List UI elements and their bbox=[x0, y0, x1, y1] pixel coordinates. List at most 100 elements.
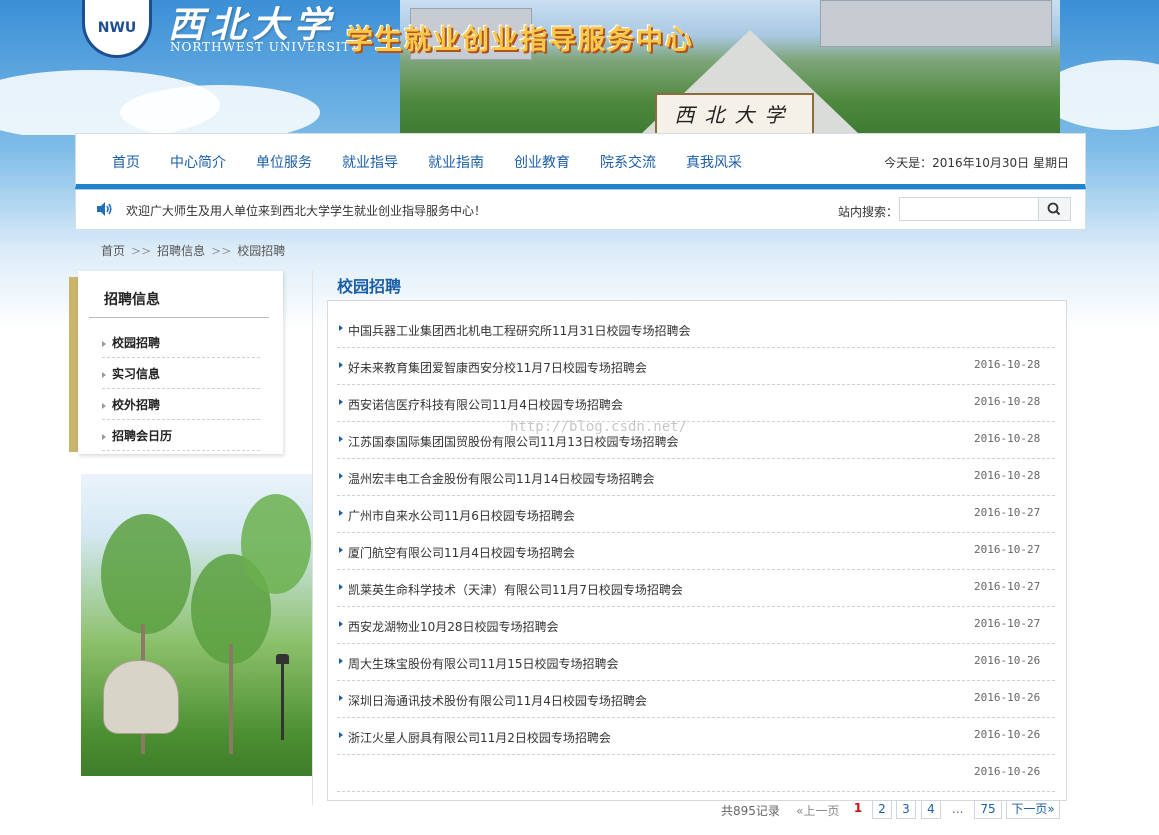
next-page-button[interactable]: 下一页» bbox=[1006, 800, 1060, 819]
sidebar-item-label: 招聘会日历 bbox=[112, 429, 173, 443]
list-item-title[interactable]: 厦门航空有限公司11月4日校园专场招聘会 bbox=[348, 544, 575, 561]
list-item[interactable]: 厦门航空有限公司11月4日校园专场招聘会 2016-10-27 bbox=[337, 533, 1055, 570]
bullet-arrow-icon bbox=[339, 621, 343, 627]
tree bbox=[101, 514, 191, 634]
current-date: 今天是：2016年10月30日 星期日 bbox=[884, 156, 1069, 170]
sidebar-item-campus-recruitment[interactable]: 校园招聘 bbox=[102, 328, 260, 358]
list-item-date: 2016-10-28 bbox=[974, 469, 1041, 482]
sidebar-item-label: 校园招聘 bbox=[112, 336, 161, 350]
page-3-link[interactable]: 3 bbox=[896, 800, 916, 819]
list-item-title[interactable]: 西安诺信医疗科技有限公司11月4日校园专场招聘会 bbox=[348, 396, 623, 413]
page-1-current[interactable]: 1 bbox=[851, 800, 865, 819]
search-label: 站内搜索： bbox=[838, 205, 899, 219]
bullet-arrow-icon bbox=[339, 325, 343, 331]
nav-item-departments[interactable]: 院系交流 bbox=[600, 152, 656, 172]
list-item[interactable]: 中国兵器工业集团西北机电工程研究所11月31日校园专场招聘会 bbox=[337, 311, 1055, 348]
breadcrumb-home[interactable]: 首页 bbox=[101, 244, 125, 258]
engraved-stone bbox=[103, 660, 179, 734]
list-item-title[interactable]: 西安龙湖物业10月28日校园专场招聘会 bbox=[348, 618, 559, 635]
sidebar-item-offcampus[interactable]: 校外招聘 bbox=[102, 390, 260, 420]
list-item[interactable]: 温州宏丰电工合金股份有限公司11月14日校园专场招聘会 2016-10-28 bbox=[337, 459, 1055, 496]
list-item-date: 2016-10-27 bbox=[974, 617, 1041, 630]
welcome-message: 欢迎广大师生及用人单位来到西北大学学生就业创业指导服务中心！ bbox=[126, 204, 487, 218]
list-item-date: 2016-10-26 bbox=[974, 728, 1041, 741]
sidebar-item-label: 实习信息 bbox=[112, 367, 161, 381]
list-item-date: 2016-10-28 bbox=[974, 432, 1041, 445]
list-item-title[interactable]: 好未来教育集团爱智康西安分校11月7日校园专场招聘会 bbox=[348, 359, 647, 376]
nav-item-home[interactable]: 首页 bbox=[112, 152, 140, 172]
cloud-decoration bbox=[120, 85, 320, 135]
nav-item-guide[interactable]: 就业指南 bbox=[428, 152, 484, 172]
nav-item-showcase[interactable]: 真我风采 bbox=[686, 152, 742, 172]
sidebar-item-job-fair-calendar[interactable]: 招聘会日历 bbox=[102, 421, 260, 451]
list-item[interactable]: 浙江火星人厨具有限公司11月2日校园专场招聘会 2016-10-26 bbox=[337, 718, 1055, 755]
list-item-date: 2016-10-27 bbox=[974, 543, 1041, 556]
breadcrumb: 首页 >> 招聘信息 >> 校园招聘 bbox=[101, 242, 285, 259]
page-last-link[interactable]: 75 bbox=[974, 800, 1002, 819]
page-title: 校园招聘 bbox=[337, 277, 402, 296]
breadcrumb-separator-icon: >> bbox=[131, 244, 152, 258]
list-item-title[interactable]: 周大生珠宝股份有限公司11月15日校园专场招聘会 bbox=[348, 655, 619, 672]
list-item[interactable]: 深圳日海通讯技术股份有限公司11月4日校园专场招聘会 2016-10-26 bbox=[337, 681, 1055, 718]
pagination-ellipsis: ... bbox=[952, 802, 964, 816]
list-item-title[interactable]: 温州宏丰电工合金股份有限公司11月14日校园专场招聘会 bbox=[348, 470, 655, 487]
breadcrumb-separator-icon: >> bbox=[211, 244, 232, 258]
nav-item-employer[interactable]: 单位服务 bbox=[256, 152, 312, 172]
list-item[interactable]: 西安龙湖物业10月28日校园专场招聘会 2016-10-27 bbox=[337, 607, 1055, 644]
sidebar-item-label: 校外招聘 bbox=[112, 398, 161, 412]
nav-item-guidance[interactable]: 就业指导 bbox=[342, 152, 398, 172]
list-item-title[interactable]: 深圳日海通讯技术股份有限公司11月4日校园专场招聘会 bbox=[348, 692, 647, 709]
list-item[interactable]: 西安诺信医疗科技有限公司11月4日校园专场招聘会 2016-10-28 bbox=[337, 385, 1055, 422]
list-item-title[interactable]: 中国兵器工业集团西北机电工程研究所11月31日校园专场招聘会 bbox=[348, 322, 691, 339]
tree-trunk bbox=[229, 644, 233, 754]
list-item-title[interactable]: 广州市自来水公司11月6日校园专场招聘会 bbox=[348, 507, 575, 524]
list-item[interactable]: 好未来教育集团爱智康西安分校11月7日校园专场招聘会 2016-10-28 bbox=[337, 348, 1055, 385]
page-4-link[interactable]: 4 bbox=[921, 800, 941, 819]
bullet-arrow-icon bbox=[339, 510, 343, 516]
nav-item-about[interactable]: 中心简介 bbox=[170, 152, 226, 172]
sidebar-accent-bar bbox=[69, 277, 78, 452]
bullet-arrow-icon bbox=[339, 399, 343, 405]
sidebar-divider bbox=[89, 317, 269, 318]
list-item-date: 2016-10-26 bbox=[974, 654, 1041, 667]
gate-sign: 西北大学 bbox=[655, 93, 814, 135]
nav-item-entrepreneurship[interactable]: 创业教育 bbox=[514, 152, 570, 172]
campus-side-photo bbox=[81, 474, 312, 776]
watermark: http://blog.csdn.net/ bbox=[510, 419, 688, 435]
list-item-title[interactable]: 凯莱英生命科学技术（天津）有限公司11月7日校园专场招聘会 bbox=[348, 581, 683, 598]
breadcrumb-recruitment[interactable]: 招聘信息 bbox=[157, 244, 205, 258]
triangle-bullet-icon bbox=[102, 371, 106, 378]
record-count: 共895记录 bbox=[721, 804, 780, 818]
bullet-arrow-icon bbox=[339, 584, 343, 590]
list-item[interactable]: 广州市自来水公司11月6日校园专场招聘会 2016-10-27 bbox=[337, 496, 1055, 533]
search-icon bbox=[1047, 202, 1061, 216]
list-item-date: 2016-10-27 bbox=[974, 580, 1041, 593]
page-2-link[interactable]: 2 bbox=[872, 800, 892, 819]
list-item[interactable]: 凯莱英生命科学技术（天津）有限公司11月7日校园专场招聘会 2016-10-27 bbox=[337, 570, 1055, 607]
search-button[interactable] bbox=[1039, 197, 1071, 221]
triangle-bullet-icon bbox=[102, 402, 106, 409]
prev-page-button[interactable]: «上一页 bbox=[796, 802, 839, 819]
university-seal-icon[interactable]: NWU bbox=[82, 0, 152, 58]
breadcrumb-current[interactable]: 校园招聘 bbox=[237, 244, 285, 258]
sidebar-item-internship[interactable]: 实习信息 bbox=[102, 359, 260, 389]
list-item-date: 2016-10-28 bbox=[974, 358, 1041, 371]
list-item-title[interactable]: 江苏国泰国际集团国贸股份有限公司11月13日校园专场招聘会 bbox=[348, 433, 679, 450]
bullet-arrow-icon bbox=[339, 658, 343, 664]
list-item-date: 2016-10-27 bbox=[974, 506, 1041, 519]
bullet-arrow-icon bbox=[339, 547, 343, 553]
list-item-date: 2016-10-26 bbox=[974, 765, 1041, 778]
site-title: 学生就业创业指导服务中心 bbox=[346, 25, 694, 56]
list-item[interactable]: 周大生珠宝股份有限公司11月15日校园专场招聘会 2016-10-26 bbox=[337, 644, 1055, 681]
tree bbox=[241, 494, 311, 594]
notice-bar: 欢迎广大师生及用人单位来到西北大学学生就业创业指导服务中心！ 站内搜索： bbox=[75, 190, 1086, 230]
list-item[interactable]: 2016-10-26 bbox=[337, 755, 1055, 792]
search-input[interactable] bbox=[899, 197, 1039, 221]
list-item[interactable]: 江苏国泰国际集团国贸股份有限公司11月13日校园专场招聘会 2016-10-28 bbox=[337, 422, 1055, 459]
logo-english: NORTHWEST UNIVERSITY bbox=[170, 40, 360, 54]
street-lamp-pole bbox=[281, 660, 284, 740]
speaker-icon bbox=[97, 202, 112, 216]
bullet-arrow-icon bbox=[339, 473, 343, 479]
list-item-title[interactable]: 浙江火星人厨具有限公司11月2日校园专场招聘会 bbox=[348, 729, 611, 746]
sidebar-title: 招聘信息 bbox=[104, 292, 160, 308]
